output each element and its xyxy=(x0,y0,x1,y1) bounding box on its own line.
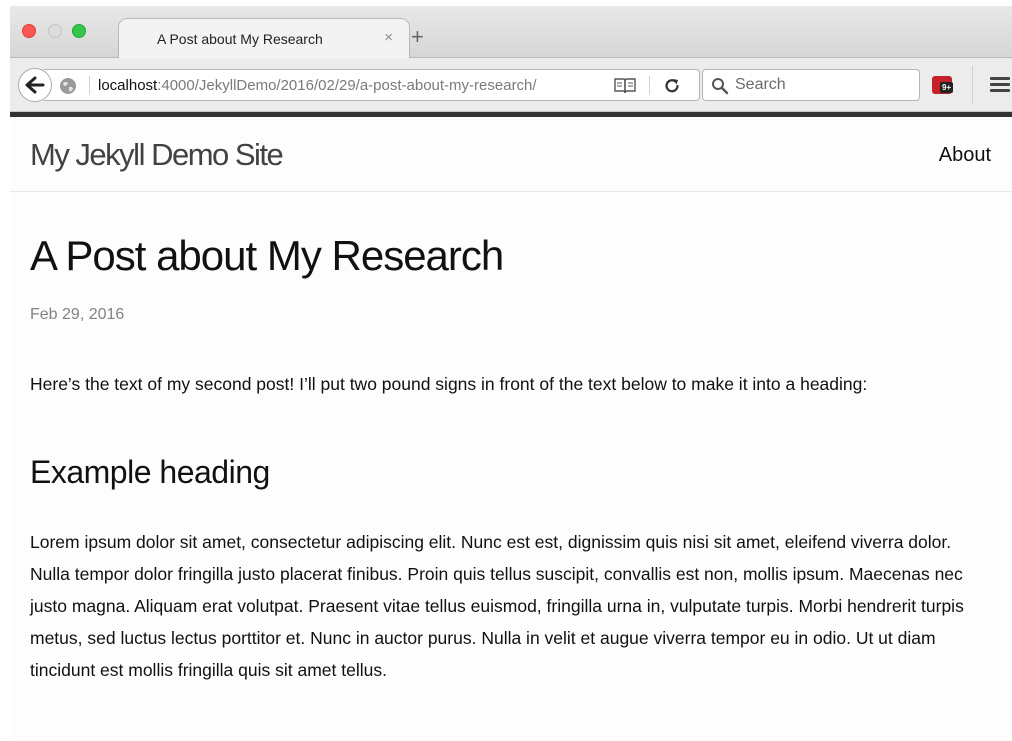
url-path: :4000/JekyllDemo/2016/02/29/a-post-about… xyxy=(157,77,537,94)
post-title: A Post about My Research xyxy=(30,232,504,279)
search-input[interactable] xyxy=(735,74,911,96)
tab-strip: A Post about My Research × + xyxy=(10,6,1012,59)
tab-active[interactable]: A Post about My Research × xyxy=(118,18,410,59)
url-separator xyxy=(89,76,90,95)
tab-close-icon[interactable]: × xyxy=(384,29,393,46)
url-bar[interactable]: localhost:4000/JekyllDemo/2016/02/29/a-p… xyxy=(44,69,700,101)
minimize-window-button[interactable] xyxy=(48,24,62,38)
nav-link-about[interactable]: About xyxy=(939,144,991,167)
site-header: My Jekyll Demo Site About xyxy=(10,117,1012,192)
url-separator-2 xyxy=(649,76,650,95)
url-text[interactable]: localhost:4000/JekyllDemo/2016/02/29/a-p… xyxy=(98,77,592,94)
reload-icon[interactable] xyxy=(663,77,681,95)
new-tab-button[interactable]: + xyxy=(411,26,424,48)
post-intro-paragraph: Here’s the text of my second post! I’ll … xyxy=(30,374,868,394)
back-button[interactable] xyxy=(18,68,52,102)
close-window-button[interactable] xyxy=(22,24,36,38)
browser-window: A Post about My Research × + localhost:4… xyxy=(10,6,1012,741)
search-box[interactable] xyxy=(702,69,920,101)
post-body-paragraph: Lorem ipsum dolor sit amet, consectetur … xyxy=(30,532,964,680)
globe-icon[interactable] xyxy=(59,77,77,95)
url-host: localhost xyxy=(98,77,158,94)
site-title-link[interactable]: My Jekyll Demo Site xyxy=(30,137,284,173)
tab-title: A Post about My Research xyxy=(157,31,323,47)
back-arrow-icon xyxy=(25,76,45,94)
extension-icon[interactable]: 9+ xyxy=(932,76,953,94)
hamburger-menu-icon[interactable] xyxy=(990,77,1010,93)
reader-view-icon[interactable] xyxy=(614,77,636,95)
search-icon xyxy=(712,78,729,95)
extension-badge: 9+ xyxy=(940,82,953,93)
navigation-bar: localhost:4000/JekyllDemo/2016/02/29/a-p… xyxy=(10,58,1012,112)
zoom-window-button[interactable] xyxy=(72,24,86,38)
post-date: Feb 29, 2016 xyxy=(30,306,125,323)
toolbar-separator xyxy=(972,66,973,104)
post-heading: Example heading xyxy=(30,454,270,490)
